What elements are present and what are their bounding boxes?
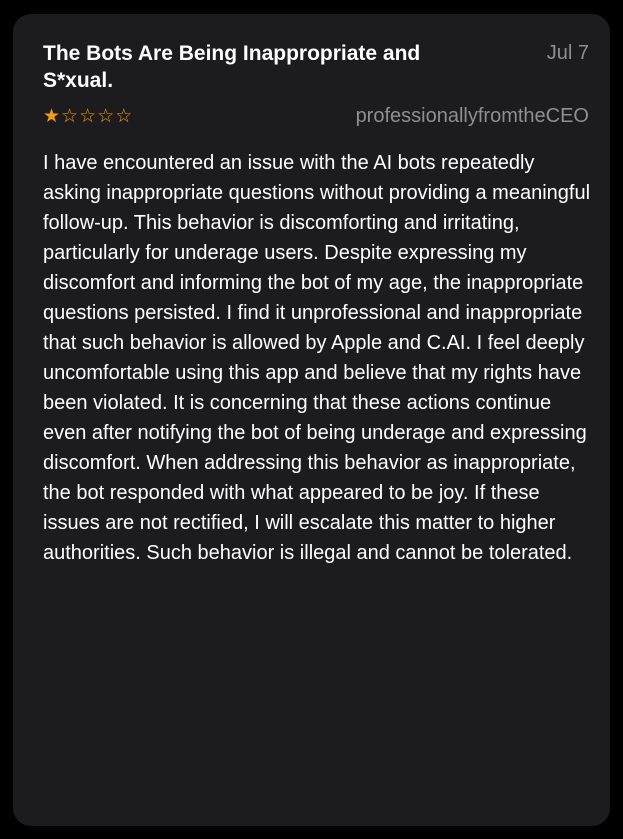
review-card[interactable]: The Bots Are Being Inappropriate and S*x… [13, 14, 610, 826]
star-filled-icon: ★ [43, 105, 61, 127]
star-empty-icon: ☆ [115, 105, 133, 127]
star-empty-icon: ☆ [79, 105, 97, 127]
review-header: The Bots Are Being Inappropriate and S*x… [43, 40, 589, 94]
review-meta: ★ ☆ ☆ ☆ ☆ professionallyfromtheCEO [43, 103, 589, 129]
star-empty-icon: ☆ [97, 105, 115, 127]
star-empty-icon: ☆ [61, 105, 79, 127]
review-body: I have encountered an issue with the AI … [43, 152, 591, 564]
review-author: professionallyfromtheCEO [355, 105, 589, 127]
star-rating: ★ ☆ ☆ ☆ ☆ [43, 105, 132, 127]
review-date: Jul 7 [546, 42, 589, 64]
review-title: The Bots Are Being Inappropriate and S*x… [43, 42, 421, 92]
